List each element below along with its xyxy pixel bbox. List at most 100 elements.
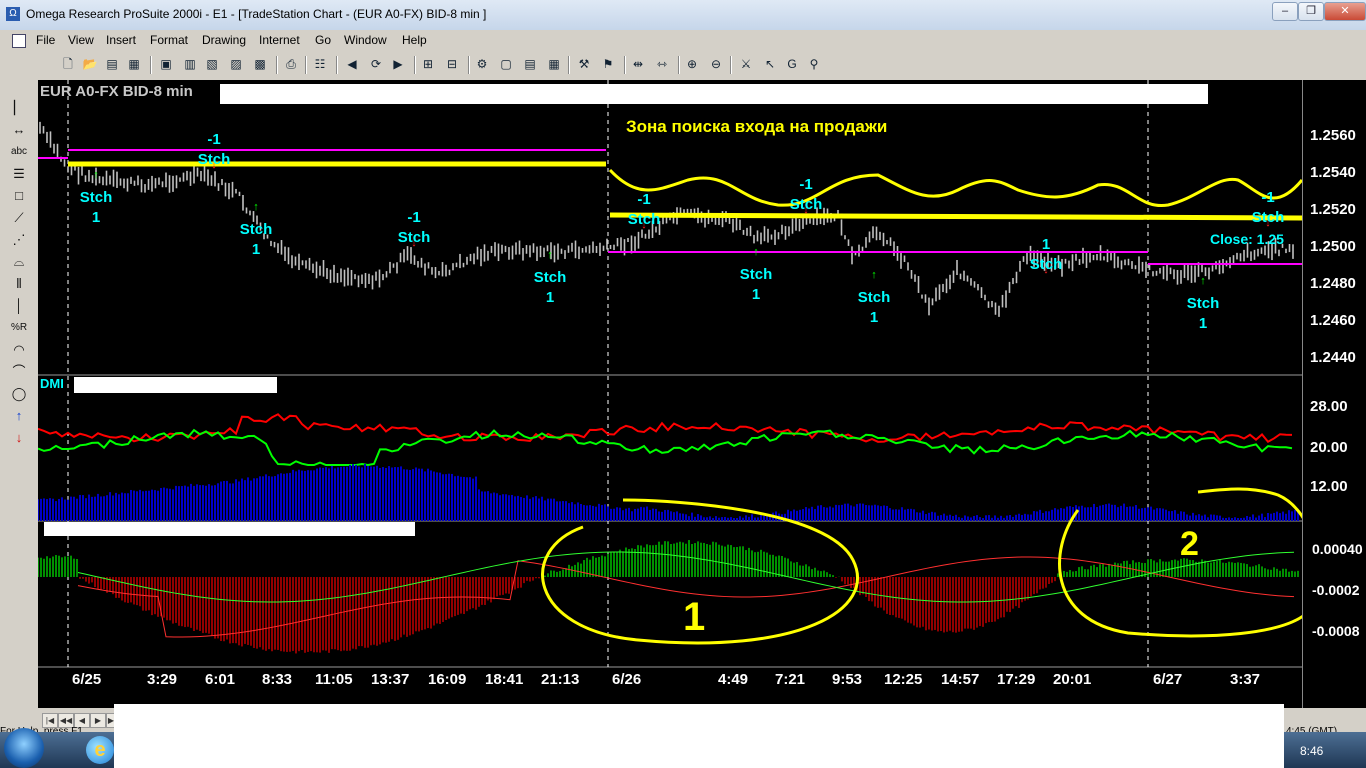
fan-tool-icon[interactable]: ⋰ — [6, 230, 32, 250]
pointer-icon[interactable]: ↖ — [762, 56, 778, 72]
time-tick: 14:57 — [941, 671, 980, 688]
properties-icon[interactable]: ☷ — [312, 56, 328, 72]
time-tick: 16:09 — [428, 671, 467, 688]
signal-arrow: ↑ — [253, 201, 259, 213]
save-all-icon[interactable]: ▤ — [104, 56, 120, 72]
curve-tool-icon[interactable]: ⌒ — [6, 362, 32, 382]
time-tick: 6/25 — [72, 671, 102, 688]
expand-icon[interactable]: ⇿ — [654, 56, 670, 72]
minimize-button[interactable]: – — [1272, 2, 1298, 21]
forward-icon[interactable]: ▶ — [390, 56, 406, 72]
signal-label: Stch — [628, 211, 661, 228]
document-chart-icon[interactable]: ▨ — [228, 56, 244, 72]
time-tick: 6/26 — [612, 671, 642, 688]
resistance-line — [609, 212, 1303, 221]
dmi-tick: 20.00 — [1310, 439, 1348, 456]
time-tick: 6/27 — [1153, 671, 1183, 688]
signal-label: Stch — [534, 269, 567, 286]
grid-window-icon[interactable]: ▥ — [182, 56, 198, 72]
restore-button[interactable]: ❐ — [1298, 2, 1324, 21]
insert-indicator-icon[interactable]: ⊞ — [420, 56, 436, 72]
open-icon[interactable]: 📂 — [82, 56, 98, 72]
yellow-wave-line — [608, 168, 1304, 208]
zoom-in-icon[interactable]: ⊕ — [684, 56, 700, 72]
chart-scroll-strip: |◀ ◀◀ ◀ ▶ ▶▶ — [38, 704, 1366, 732]
optimizer-icon[interactable]: ⚑ — [600, 56, 616, 72]
horizontal-lines-icon[interactable]: ☰ — [6, 164, 32, 184]
handwritten-number-1: 1 — [683, 595, 705, 639]
price-tick: 1.2460 — [1310, 312, 1356, 329]
dmi-tick: 12.00 — [1310, 478, 1348, 495]
chart-area[interactable]: 1 2 ↑ Stch 1 ↓ -1 Stch ↑ Stch 1 ↓ -1 Stch ↑ Stch 1 ↓ -1 Stc… — [37, 80, 1320, 708]
rectangle-tool-icon[interactable]: □ — [6, 186, 32, 206]
menu-go[interactable]: Go — [315, 33, 331, 47]
close-button[interactable]: ✕ — [1324, 2, 1366, 21]
zone-annotation: Зона поиска входа на продажи — [626, 117, 888, 136]
price-tick: 1.2520 — [1310, 201, 1356, 218]
document-icon[interactable] — [12, 34, 26, 48]
pin-icon[interactable]: ⚲ — [806, 56, 822, 72]
back-icon[interactable]: ◀ — [344, 56, 360, 72]
window-title: Omega Research ProSuite 2000i - E1 - [Tr… — [26, 7, 487, 21]
strategy-icon[interactable]: ⚙ — [474, 56, 490, 72]
text-tool-icon[interactable]: abc — [6, 142, 32, 162]
format-icon[interactable]: ▢ — [498, 56, 514, 72]
signal-label: 1 — [92, 209, 100, 226]
vertical-lines-icon[interactable]: ⦀ — [6, 274, 32, 294]
menu-drawing[interactable]: Drawing — [202, 33, 246, 47]
start-button[interactable] — [4, 728, 44, 768]
refresh-icon[interactable]: ⟳ — [368, 56, 384, 72]
sheet-icon[interactable]: ▧ — [204, 56, 220, 72]
insert-study-icon[interactable]: ⊟ — [444, 56, 460, 72]
global-icon[interactable]: G — [784, 56, 800, 72]
zoom-out-icon[interactable]: ⊖ — [708, 56, 724, 72]
signal-label: 1 — [546, 289, 554, 306]
menu-format[interactable]: Format — [150, 33, 188, 47]
time-tick: 9:53 — [832, 671, 863, 688]
menu-window[interactable]: Window — [344, 33, 387, 47]
ellipse-tool-icon[interactable]: ◯ — [6, 384, 32, 404]
drawing-toolbar: ▏ ↔ abc ☰ □ ⟋ ⋰ ⌓ ⦀ │ %R ◠ ⌒ ◯ ↑ ↓ — [0, 80, 39, 768]
menu-internet[interactable]: Internet — [259, 33, 300, 47]
horizontal-arrow-icon[interactable]: ↔ — [6, 120, 32, 140]
signal-label: Stch — [1252, 209, 1285, 226]
time-tick: 18:41 — [485, 671, 524, 688]
percent-retrace-icon[interactable]: %R — [6, 318, 32, 338]
data-window-icon[interactable]: ▤ — [522, 56, 538, 72]
price-tick: 1.2540 — [1310, 164, 1356, 181]
workspace-icon[interactable]: ▦ — [126, 56, 142, 72]
symbol-info-box — [220, 84, 1208, 104]
time-tick: 3:37 — [1230, 671, 1261, 688]
blank-panel — [114, 704, 1284, 732]
tools-icon[interactable]: ⚔ — [738, 56, 754, 72]
time-tick: 20:01 — [1053, 671, 1092, 688]
speed-arc-icon[interactable]: ◠ — [6, 340, 32, 360]
arc-tool-icon[interactable]: ⌓ — [6, 252, 32, 272]
signal-label: Stch — [1187, 295, 1220, 312]
signal-label: Stch — [858, 289, 891, 306]
menu-bar: File View Insert Format Drawing Internet… — [0, 30, 1366, 78]
vertical-line-tool-icon[interactable]: │ — [6, 296, 32, 316]
print-icon[interactable]: ⎙ — [283, 56, 299, 72]
menu-insert[interactable]: Insert — [106, 33, 136, 47]
down-arrow-icon[interactable]: ↓ — [6, 428, 32, 448]
up-arrow-icon[interactable]: ↑ — [6, 406, 32, 426]
compress-icon[interactable]: ⇹ — [630, 56, 646, 72]
signal-arrow: ↑ — [1200, 275, 1206, 287]
chart-window-icon[interactable]: ▣ — [158, 56, 174, 72]
taskbar: e 8:46 — [0, 728, 1366, 768]
menu-file[interactable]: File — [36, 33, 55, 47]
menu-view[interactable]: View — [68, 33, 94, 47]
macd-tick: 0.00040 — [1312, 541, 1363, 557]
select-tool-icon[interactable]: ▏ — [6, 98, 32, 118]
time-tick: 11:05 — [315, 671, 353, 688]
table-icon[interactable]: ▦ — [546, 56, 562, 72]
title-bar: Ω Omega Research ProSuite 2000i - E1 - [… — [0, 0, 1366, 30]
document-icon-2[interactable]: ▩ — [252, 56, 268, 72]
menu-help[interactable]: Help — [402, 33, 427, 47]
new-icon[interactable]: 🗋 — [60, 56, 76, 72]
trendline-tool-icon[interactable]: ⟋ — [6, 208, 32, 228]
strategy-report-icon[interactable]: ⚒ — [576, 56, 592, 72]
internet-explorer-icon[interactable]: e — [86, 736, 114, 764]
dmi-plus-line — [37, 428, 1293, 467]
